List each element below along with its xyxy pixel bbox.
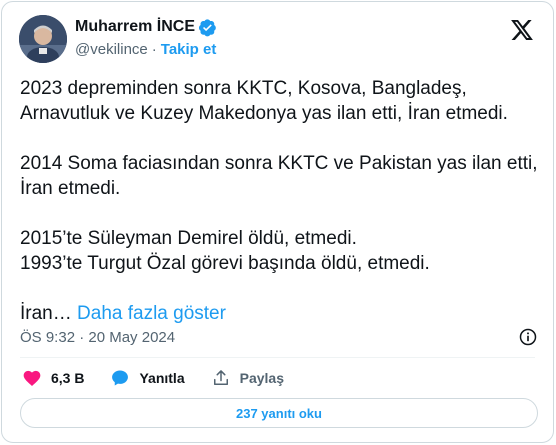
tweet-card: Muharrem İNCE @vekilince · Takip et 2023…: [1, 1, 554, 443]
tweet-meta: ÖS 9:32 · 20 May 2024: [20, 326, 538, 348]
avatar-image: [19, 15, 67, 63]
tweet-paragraph: 1993’te Turgut Özal görevi başında öldü,…: [20, 253, 430, 274]
author-name[interactable]: Muharrem İNCE: [75, 18, 195, 36]
tweet-paragraph: 2023 depreminden sonra KKTC, Kosova, Ban…: [20, 78, 508, 124]
reply-label: Yanıtla: [139, 370, 185, 386]
tweet-paragraph: 2015’te Süleyman Demirel öldü, etmedi.: [20, 228, 357, 249]
verified-badge-icon: [198, 18, 216, 36]
author-handle[interactable]: @vekilince: [75, 41, 148, 58]
tweet-paragraph-last: İran… Daha fazla göster: [20, 301, 540, 326]
divider: [20, 357, 535, 358]
share-label: Paylaş: [239, 370, 284, 386]
share-button[interactable]: Paylaş: [211, 368, 284, 388]
info-icon[interactable]: [518, 327, 538, 347]
action-bar: 6,3 B Yanıtla Paylaş: [22, 368, 310, 388]
x-logo-icon[interactable]: [511, 20, 533, 40]
reply-bubble-icon: [112, 370, 129, 386]
like-button[interactable]: 6,3 B: [22, 368, 84, 388]
read-replies-button[interactable]: 237 yanıtı oku: [20, 398, 538, 428]
show-more-link[interactable]: Daha fazla göster: [77, 303, 226, 324]
share-icon: [213, 370, 228, 385]
heart-icon: [23, 370, 41, 386]
reply-button[interactable]: Yanıtla: [110, 368, 185, 388]
author-block: Muharrem İNCE @vekilince · Takip et: [75, 16, 217, 58]
avatar[interactable]: [19, 15, 67, 63]
read-replies-label: 237 yanıtı oku: [236, 405, 322, 421]
timestamp[interactable]: ÖS 9:32 · 20 May 2024: [20, 329, 175, 346]
like-count: 6,3 B: [51, 370, 85, 386]
tweet-text: 2023 depreminden sonra KKTC, Kosova, Ban…: [20, 76, 540, 326]
tweet-truncated-text: İran…: [20, 303, 72, 324]
separator-dot: ·: [151, 41, 157, 58]
follow-button[interactable]: Takip et: [161, 41, 217, 58]
tweet-paragraph: 2014 Soma faciasından sonra KKTC ve Paki…: [20, 153, 538, 199]
